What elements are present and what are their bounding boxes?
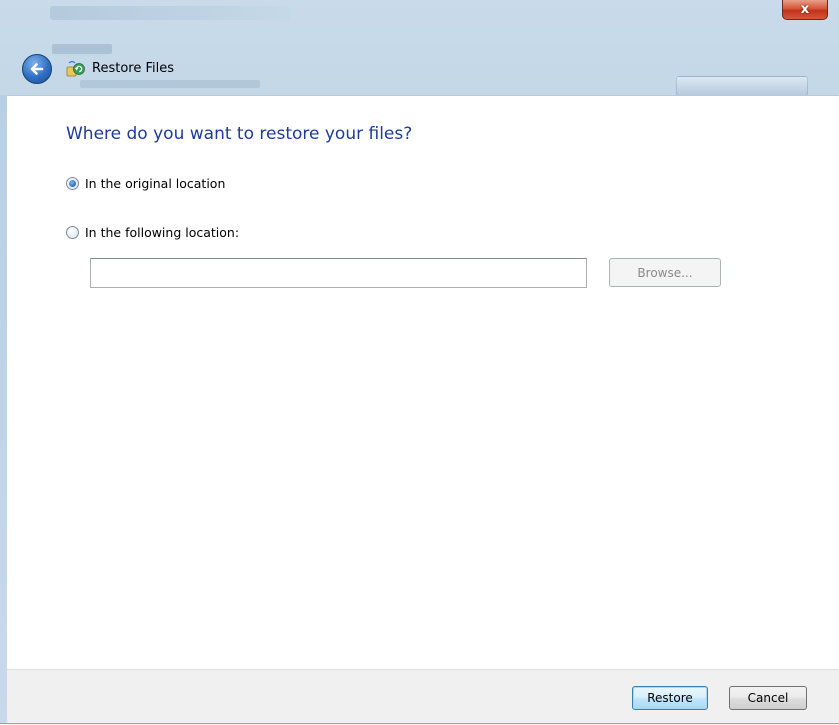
background-window-ghost bbox=[50, 6, 290, 20]
location-input[interactable] bbox=[90, 258, 587, 288]
page-heading: Where do you want to restore your files? bbox=[66, 124, 413, 144]
radio-button-selected[interactable] bbox=[66, 177, 79, 190]
background-window-ghost bbox=[52, 44, 112, 54]
browse-button[interactable]: Browse... bbox=[609, 258, 721, 287]
cancel-button[interactable]: Cancel bbox=[729, 686, 807, 710]
footer-bar: Restore Cancel bbox=[7, 669, 839, 725]
window-border bbox=[0, 95, 7, 724]
back-arrow-icon bbox=[30, 63, 44, 75]
background-window-ghost bbox=[80, 80, 260, 88]
radio-button[interactable] bbox=[66, 226, 79, 239]
radio-label: In the original location bbox=[85, 176, 226, 191]
radio-following-location[interactable]: In the following location: bbox=[66, 225, 239, 240]
content-area: Where do you want to restore your files?… bbox=[7, 95, 839, 670]
window-title: Restore Files bbox=[92, 61, 174, 76]
restore-files-icon bbox=[66, 60, 85, 77]
close-icon: x bbox=[800, 2, 810, 17]
restore-button[interactable]: Restore bbox=[632, 686, 708, 710]
radio-original-location[interactable]: In the original location bbox=[66, 176, 225, 191]
background-window-ghost bbox=[676, 76, 808, 96]
radio-label: In the following location: bbox=[85, 225, 240, 240]
back-button[interactable] bbox=[22, 54, 52, 84]
close-button[interactable]: x bbox=[782, 0, 828, 20]
